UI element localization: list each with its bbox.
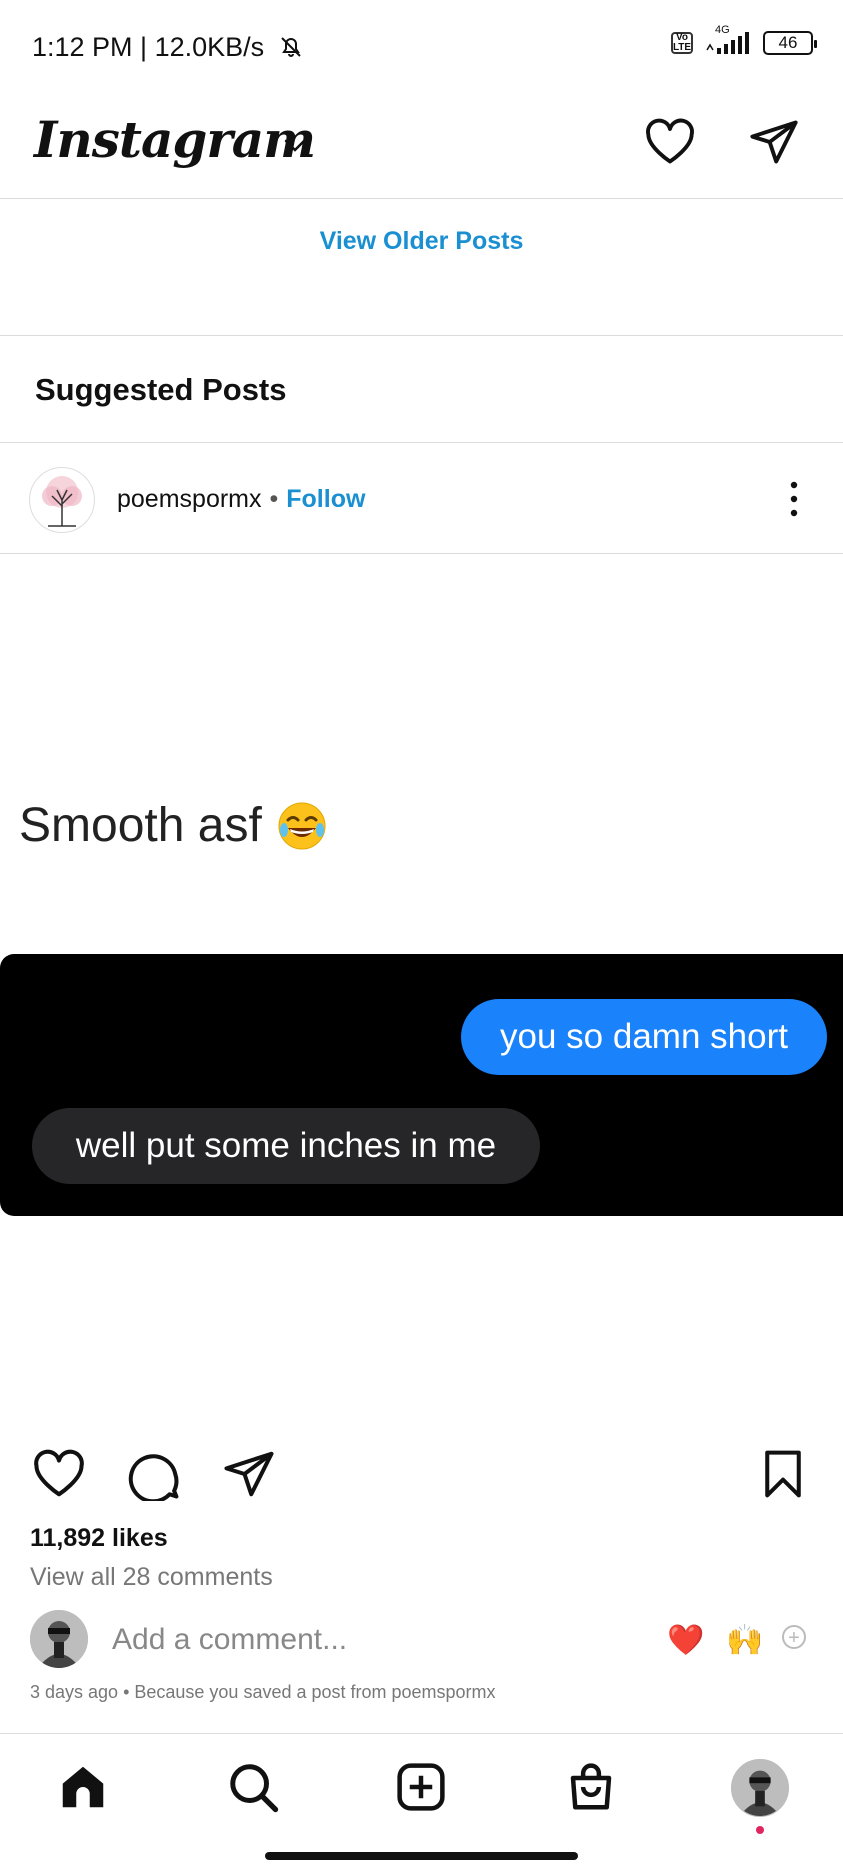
separator-dot: • <box>269 485 279 513</box>
post-author: poemspormx • Follow <box>117 485 365 514</box>
battery-indicator: 46 <box>763 31 817 55</box>
save-bookmark-icon[interactable] <box>756 1447 810 1506</box>
like-icon[interactable] <box>32 1447 86 1506</box>
status-bar: 1:12 PM | 12.0KB/s Vo LTE 4G 46 <box>0 0 843 100</box>
bottom-navigation <box>0 1733 843 1874</box>
instagram-logo[interactable]: Instagram <box>34 110 316 169</box>
profile-avatar[interactable] <box>731 1759 789 1817</box>
post-image[interactable]: Smooth asf you so damn short well put so… <box>0 562 843 1432</box>
app-bar: Instagram <box>0 100 843 199</box>
shop-icon[interactable] <box>564 1760 618 1819</box>
direct-send-icon[interactable] <box>748 116 800 173</box>
search-icon[interactable] <box>226 1760 280 1819</box>
like-count[interactable]: 11,892 likes <box>30 1524 168 1553</box>
post-caption: Smooth asf <box>19 798 328 853</box>
heart-icon[interactable] <box>644 116 696 173</box>
post-actions <box>0 1441 843 1511</box>
add-reaction-plus-icon[interactable]: + <box>782 1625 806 1649</box>
gesture-home-bar[interactable] <box>265 1852 578 1860</box>
status-time: 1:12 PM | 12.0KB/s <box>32 32 304 67</box>
home-icon[interactable] <box>56 1760 110 1819</box>
view-older-posts-link[interactable]: View Older Posts <box>320 227 524 256</box>
post-header: poemspormx • Follow <box>0 443 843 554</box>
follow-button[interactable]: Follow <box>286 485 365 513</box>
status-indicators: Vo LTE 4G 46 <box>671 24 817 56</box>
chevron-down-icon[interactable] <box>284 138 306 159</box>
comment-icon[interactable] <box>128 1447 182 1506</box>
quick-reaction-raised-hands[interactable]: 🙌 <box>726 1623 763 1658</box>
more-options-icon[interactable] <box>786 479 802 524</box>
post-username[interactable]: poemspormx <box>117 485 262 513</box>
suggested-posts-title: Suggested Posts <box>35 372 287 407</box>
sent-message-bubble: you so damn short <box>461 999 827 1075</box>
signal-icon: 4G <box>703 24 753 56</box>
post-meta: 3 days ago • Because you saved a post fr… <box>30 1682 496 1702</box>
current-user-avatar <box>30 1610 88 1668</box>
received-message-bubble: well put some inches in me <box>32 1108 540 1184</box>
quick-reaction-heart[interactable]: ❤️ <box>667 1623 704 1658</box>
view-older-posts-section: View Older Posts <box>0 199 843 336</box>
volte-badge: Vo LTE <box>671 32 693 54</box>
laughing-emoji-icon <box>276 800 328 852</box>
caption-text: Smooth asf <box>19 799 262 852</box>
post-author-avatar[interactable] <box>29 467 95 533</box>
share-icon[interactable] <box>222 1447 276 1506</box>
add-comment-row: Add a comment... ❤️ 🙌 + <box>0 1607 843 1677</box>
profile-notification-dot <box>756 1826 764 1834</box>
create-post-icon[interactable] <box>394 1760 448 1819</box>
suggested-posts-header: Suggested Posts <box>0 336 843 443</box>
status-time-speed: 1:12 PM | 12.0KB/s <box>32 32 265 62</box>
chat-screenshot: you so damn short well put some inches i… <box>0 954 843 1216</box>
bell-off-icon <box>278 34 304 67</box>
add-comment-input[interactable]: Add a comment... <box>112 1623 347 1657</box>
view-all-comments-link[interactable]: View all 28 comments <box>30 1563 273 1592</box>
